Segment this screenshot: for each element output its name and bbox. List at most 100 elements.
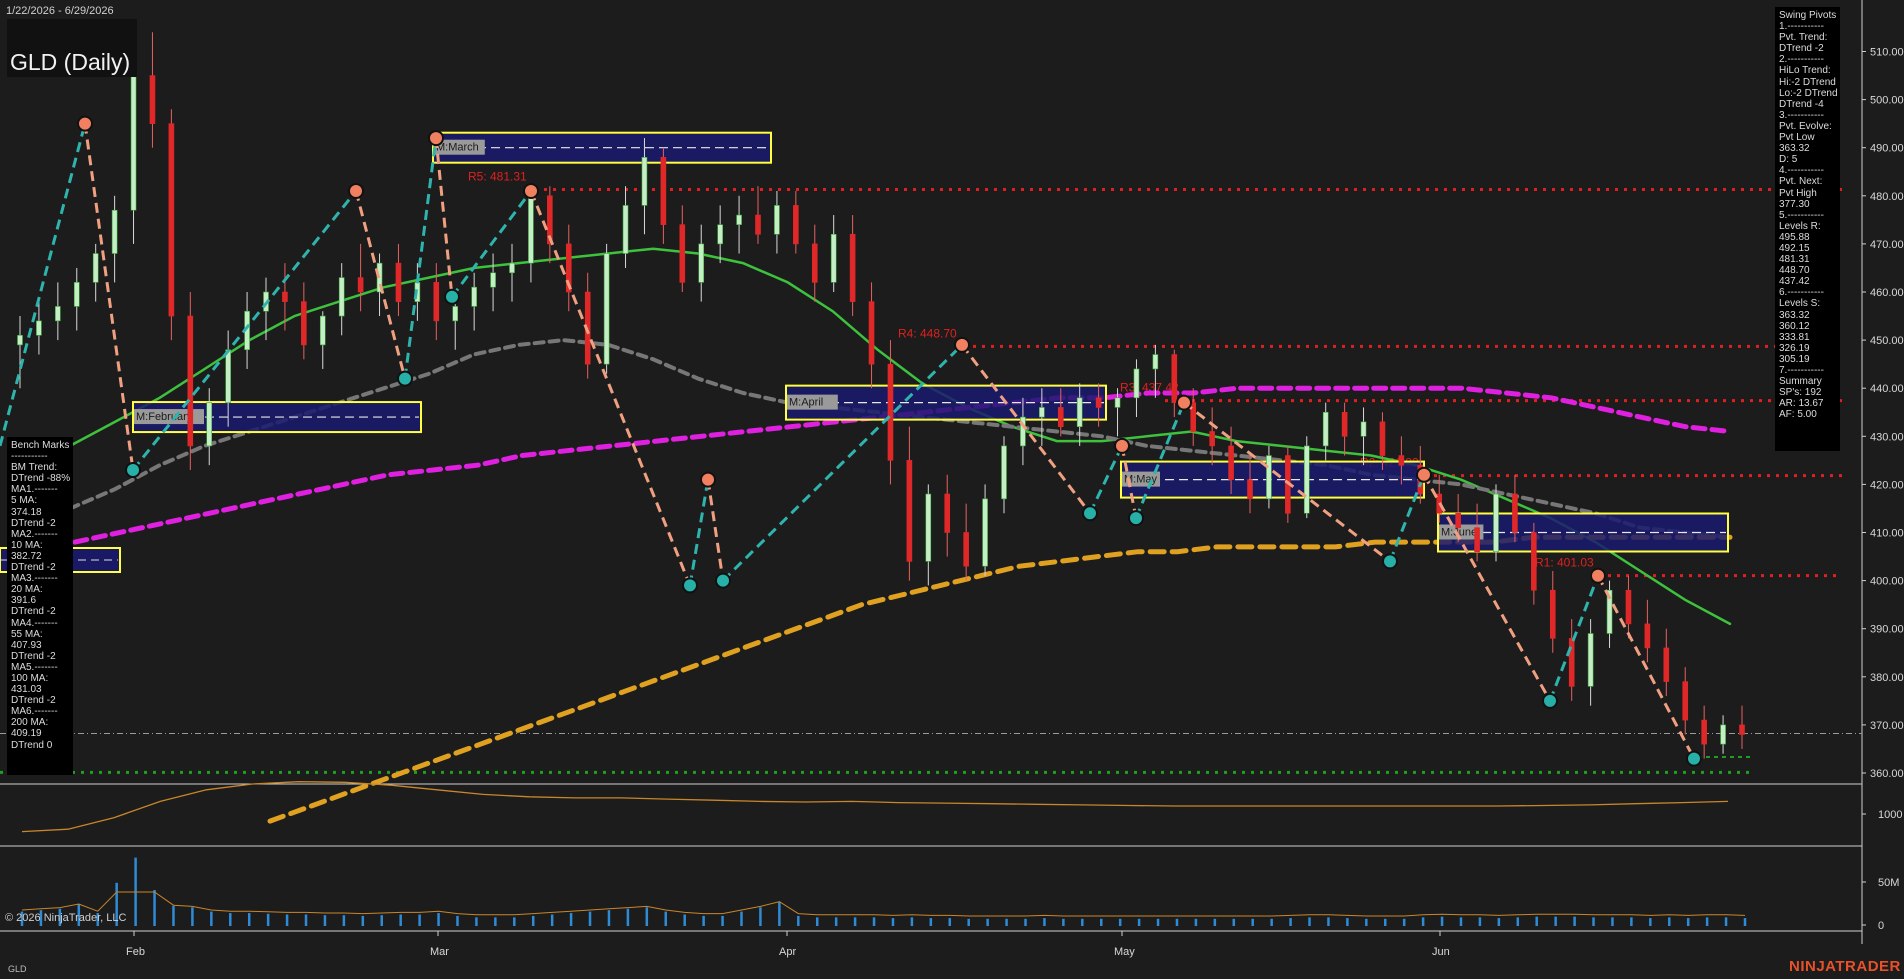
candle-body	[1341, 411, 1348, 437]
candle-body	[925, 493, 932, 562]
candle-body	[395, 262, 402, 302]
price-tick-label: 490.00	[1870, 143, 1904, 155]
swing-pivots-line: 7.-----------	[1779, 365, 1824, 376]
month-box-label: M:February	[136, 411, 193, 423]
candle-body	[452, 306, 459, 322]
swing-pivots-line: Summary	[1779, 376, 1822, 388]
pivot-low-marker	[444, 288, 460, 305]
swing-pivots-line: Pvt. Next:	[1779, 176, 1823, 188]
price-chart: R5: 481.31R4: 448.70R3: 437.42R2: 421.82…	[0, 0, 1904, 958]
candle-body	[963, 532, 969, 567]
candle-body	[1398, 455, 1405, 466]
brand-logo: NINJATRADER	[1789, 958, 1901, 975]
swing-pivots-line: 495.88	[1779, 231, 1810, 243]
candle-body	[1228, 445, 1234, 480]
pivot-leg	[0, 123, 87, 447]
candle-body	[868, 301, 875, 365]
swing-pivots-line: 492.15	[1779, 242, 1810, 254]
bench-marks-line: DTrend -2	[11, 695, 56, 707]
date-range: 1/22/2026 - 6/29/2026	[6, 5, 114, 17]
candle-body	[1360, 421, 1367, 437]
pivot-high-marker	[700, 471, 716, 488]
swing-pivots-line: 360.12	[1779, 320, 1810, 332]
copyright-notice: © 2026 NinjaTrader, LLC	[5, 912, 127, 924]
candle-body	[1303, 445, 1310, 514]
swing-pivots-line: 5.-----------	[1779, 209, 1824, 221]
candle-body	[736, 214, 742, 225]
candle-body	[1568, 638, 1575, 687]
candle-body	[509, 262, 515, 274]
pivot-low-marker	[1542, 692, 1558, 709]
bench-marks-line: MA2.-------	[11, 528, 58, 540]
candle-body	[1133, 368, 1140, 399]
candle-body	[36, 320, 42, 336]
candle-body	[301, 301, 307, 346]
candle-body	[282, 291, 288, 302]
candle-body	[944, 493, 951, 533]
candle-body	[774, 205, 780, 235]
candle-body	[641, 157, 648, 206]
candle-body	[1587, 633, 1594, 687]
bench-marks-line: MA3.-------	[11, 573, 58, 585]
level-layer: R5: 481.31R4: 448.70R3: 437.42R2: 421.82…	[0, 169, 1862, 774]
pivot-low-marker	[1082, 505, 1098, 522]
candle-body	[1701, 719, 1707, 745]
candle-body	[187, 315, 194, 447]
symbol-label: GLD	[8, 964, 27, 974]
price-tick-label: 450.00	[1870, 335, 1904, 347]
candle-body	[1531, 532, 1537, 591]
price-tick-label: 410.00	[1870, 528, 1904, 540]
candle-body	[811, 243, 818, 283]
candle-body	[490, 272, 496, 288]
candle-body	[338, 277, 345, 317]
bench-marks-line: 431.03	[11, 684, 42, 696]
subpanel-layer: 1000 50M 0	[20, 781, 1902, 932]
swing-pivots-line: 1.-----------	[1779, 21, 1824, 33]
pivot-low-marker	[682, 577, 698, 594]
swing-pivots-line: 437.42	[1779, 276, 1810, 288]
candle-body	[17, 334, 23, 346]
candle-body	[433, 282, 440, 322]
candle-body	[1455, 512, 1461, 528]
candle-body	[111, 209, 118, 254]
candle-body	[1739, 724, 1745, 735]
bench-marks-line: MA4.-------	[11, 617, 58, 629]
pivot-high-marker	[523, 182, 539, 199]
pivot-leg	[960, 344, 1092, 515]
candle-body	[206, 402, 213, 447]
swing-pivots-line: DTrend -2	[1779, 43, 1824, 55]
pivot-leg	[1134, 402, 1186, 519]
candle-body	[92, 253, 99, 283]
price-tick-label: 420.00	[1870, 479, 1904, 491]
swing-pivot-layer	[0, 115, 1702, 767]
candle-body	[1171, 354, 1178, 403]
resistance-label: R4: 448.70	[898, 326, 957, 340]
candle-body	[528, 195, 534, 264]
candle-body	[1682, 681, 1689, 721]
candle-body	[55, 306, 61, 322]
pivot-low-marker	[1382, 553, 1398, 570]
chart-title: GLD (Daily)	[10, 49, 131, 75]
bench-marks-line: 374.18	[11, 506, 42, 518]
month-box-label: M:April	[789, 397, 823, 409]
swing-pivots-line: Lo:-2 DTrend	[1779, 87, 1838, 99]
price-tick-label: 360.00	[1870, 768, 1904, 780]
candle-body	[755, 214, 761, 235]
swing-pivots-line: HiLo Trend:	[1779, 65, 1831, 77]
price-tick-label: 430.00	[1870, 431, 1904, 443]
bench-marks-line: BM Trend:	[11, 462, 58, 474]
price-tick-label: 510.00	[1870, 47, 1904, 59]
ma-line	[267, 534, 1733, 824]
swing-pivots-line: AR: 13.67	[1779, 398, 1824, 410]
bench-marks-line: 391.6	[11, 595, 37, 607]
price-tick-label: 500.00	[1870, 95, 1904, 107]
subpanel-tick-label: 50M	[1878, 877, 1899, 889]
price-tick-label: 470.00	[1870, 239, 1904, 251]
pivot-high-marker	[954, 336, 970, 353]
month-label: Mar	[430, 946, 449, 958]
swing-pivots-line: 377.30	[1779, 198, 1810, 210]
bench-marks-line: 10 MA:	[11, 539, 43, 551]
swing-pivots-line: 481.31	[1779, 254, 1810, 266]
candle-body	[1720, 724, 1726, 745]
candle-body	[130, 75, 137, 211]
